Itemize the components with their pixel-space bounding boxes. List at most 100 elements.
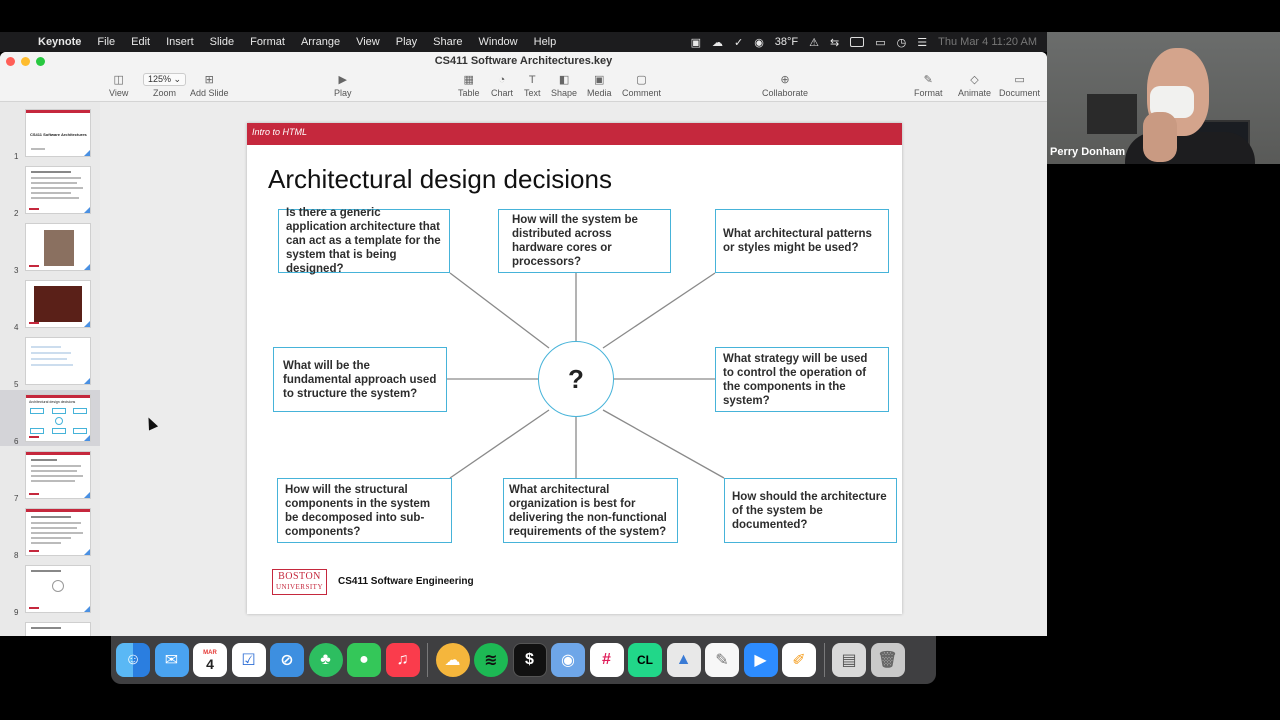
slide-thumbnail-1[interactable]: 1 CS411 Software Architectures: [0, 105, 100, 161]
menu-share[interactable]: Share: [425, 36, 470, 48]
menu-format[interactable]: Format: [242, 36, 293, 48]
play-button[interactable]: ▶ Play: [334, 71, 352, 98]
reminders-icon[interactable]: ☑: [231, 643, 266, 677]
slide-thumbnail-2[interactable]: 2: [0, 162, 100, 218]
mail-icon[interactable]: ✉: [154, 643, 189, 677]
document-label: Document: [999, 88, 1041, 98]
view-button[interactable]: ◫ View: [109, 71, 128, 98]
footer-course-label: CS411 Software Engineering: [338, 576, 474, 587]
preview-icon[interactable]: ◉: [551, 643, 585, 677]
menu-insert[interactable]: Insert: [158, 36, 202, 48]
menu-clock[interactable]: Thu Mar 4 11:20 AM: [938, 36, 1037, 48]
menu-play[interactable]: Play: [388, 36, 425, 48]
table-button[interactable]: ▦ Table: [458, 71, 480, 98]
music-icon[interactable]: ♫: [385, 643, 420, 677]
safari-icon[interactable]: ⊘: [270, 643, 304, 677]
slide-thumbnail-image: [25, 337, 91, 385]
network-icon[interactable]: ⇆: [830, 36, 839, 49]
menu-file[interactable]: File: [89, 36, 123, 48]
evernote-icon[interactable]: ♣: [308, 643, 343, 677]
slide-thumbnail-4[interactable]: 4: [0, 276, 100, 332]
collaborate-label: Collaborate: [762, 88, 809, 98]
slide-thumbnail-5[interactable]: 5: [0, 333, 100, 389]
slide-thumbnail-9[interactable]: 9: [0, 561, 100, 617]
eye-icon[interactable]: ◉: [754, 36, 764, 49]
comment-button[interactable]: ▢ Comment: [622, 71, 661, 98]
slide-thumbnail-8[interactable]: 8: [0, 504, 100, 560]
slack-icon[interactable]: #: [589, 643, 624, 677]
question-box[interactable]: What architectural patterns or styles mi…: [715, 209, 889, 273]
messages-icon[interactable]: ●: [347, 643, 381, 677]
question-box[interactable]: What will be the fundamental approach us…: [273, 347, 447, 412]
terminal-icon[interactable]: $: [512, 643, 547, 677]
zoom-control[interactable]: 125% ⌄ Zoom: [143, 71, 187, 98]
format-label: Format: [914, 88, 943, 98]
slide-thumbnail-image: [25, 166, 91, 214]
slide-number: 4: [14, 323, 19, 332]
weather-cloud-icon[interactable]: ☁: [712, 36, 723, 49]
battery-warning-icon[interactable]: ⚠: [809, 36, 819, 49]
screen: Keynote File Edit Insert Slide Format Ar…: [0, 0, 1280, 720]
pages-icon[interactable]: ✐: [782, 643, 816, 677]
calendar-icon[interactable]: MAR 4: [193, 643, 227, 677]
trash-icon[interactable]: 🗑: [870, 643, 905, 677]
paintbrush-icon: ✎: [923, 74, 933, 86]
table-label: Table: [458, 88, 480, 98]
text-label: Text: [524, 88, 541, 98]
menu-window[interactable]: Window: [471, 36, 526, 48]
animate-diamond-icon: ◇: [970, 74, 979, 86]
menu-help[interactable]: Help: [526, 36, 565, 48]
shape-button[interactable]: ◧ Shape: [551, 71, 577, 98]
slide-thumbnail-6[interactable]: 6 Architectural design decisions: [0, 390, 100, 446]
question-box[interactable]: What strategy will be used to control th…: [715, 347, 889, 412]
question-box[interactable]: How should the architecture of the syste…: [724, 478, 897, 543]
animate-button[interactable]: ◇ Animate: [958, 71, 991, 98]
calendar-day: 4: [206, 656, 214, 672]
question-box[interactable]: Is there a generic application architect…: [278, 207, 450, 275]
slide-thumbnail-10[interactable]: [0, 618, 100, 636]
center-question-circle[interactable]: ?: [538, 341, 614, 417]
clion-icon[interactable]: CL: [628, 643, 662, 677]
animate-label: Animate: [958, 88, 992, 98]
chart-button[interactable]: ◔ Chart: [491, 71, 514, 99]
screen-share-icon[interactable]: ▣: [691, 36, 701, 49]
collaborate-button[interactable]: ⊕ Collaborate: [762, 71, 808, 98]
zoom-icon[interactable]: ▶: [743, 643, 778, 677]
downloads-icon[interactable]: ▤: [832, 643, 866, 677]
textedit-icon[interactable]: ✎: [705, 643, 739, 677]
slide-canvas[interactable]: Intro to HTML Architectural design decis…: [100, 102, 1047, 636]
document-button[interactable]: ▭ Document: [999, 71, 1040, 98]
slide-number: 6: [14, 437, 19, 446]
question-box[interactable]: How will the system be distributed acros…: [498, 209, 671, 273]
format-button[interactable]: ✎ Format: [914, 71, 943, 98]
display-icon[interactable]: [850, 37, 865, 47]
slide-thumbnail-3[interactable]: 3: [0, 219, 100, 275]
media-button[interactable]: ▣ Media: [587, 71, 612, 98]
status-menus: ▣ ☁ ✓ ◉ 38°F ⚠ ⇆ ▭ ◷ ☰ Thu Mar 4 11:20 A…: [691, 32, 1037, 52]
cloud-drive-icon[interactable]: ☁: [435, 643, 470, 677]
time-machine-icon[interactable]: ◷: [897, 36, 907, 49]
menu-app-name[interactable]: Keynote: [30, 36, 89, 48]
zoom-value[interactable]: 125% ⌄: [143, 73, 187, 86]
slide-thumbnail-7[interactable]: 7: [0, 447, 100, 503]
shield-check-icon[interactable]: ✓: [734, 36, 743, 49]
menu-view[interactable]: View: [348, 36, 388, 48]
keynote-window: CS411 Software Architectures.key ◫ View …: [0, 52, 1047, 636]
finder-icon[interactable]: ☺: [116, 643, 150, 677]
slide[interactable]: Intro to HTML Architectural design decis…: [247, 123, 902, 614]
control-center-icon[interactable]: ☰: [917, 36, 927, 49]
add-slide-button[interactable]: ⊞ Add Slide: [190, 71, 229, 98]
chart-label: Chart: [491, 88, 514, 98]
battery-icon[interactable]: ▭: [875, 36, 885, 49]
keynote-icon[interactable]: ▲: [666, 643, 701, 677]
comment-icon: ▢: [636, 74, 647, 86]
text-button[interactable]: T Text: [524, 71, 541, 99]
menu-edit[interactable]: Edit: [123, 36, 158, 48]
menu-arrange[interactable]: Arrange: [293, 36, 348, 48]
slide-thumbnail-image: CS411 Software Architectures: [25, 109, 91, 157]
question-box[interactable]: How will the structural components in th…: [277, 478, 452, 543]
temperature-label[interactable]: 38°F: [775, 36, 798, 48]
question-box[interactable]: What architectural organization is best …: [503, 478, 678, 543]
menu-slide[interactable]: Slide: [202, 36, 242, 48]
spotify-icon[interactable]: ≋: [474, 643, 508, 677]
